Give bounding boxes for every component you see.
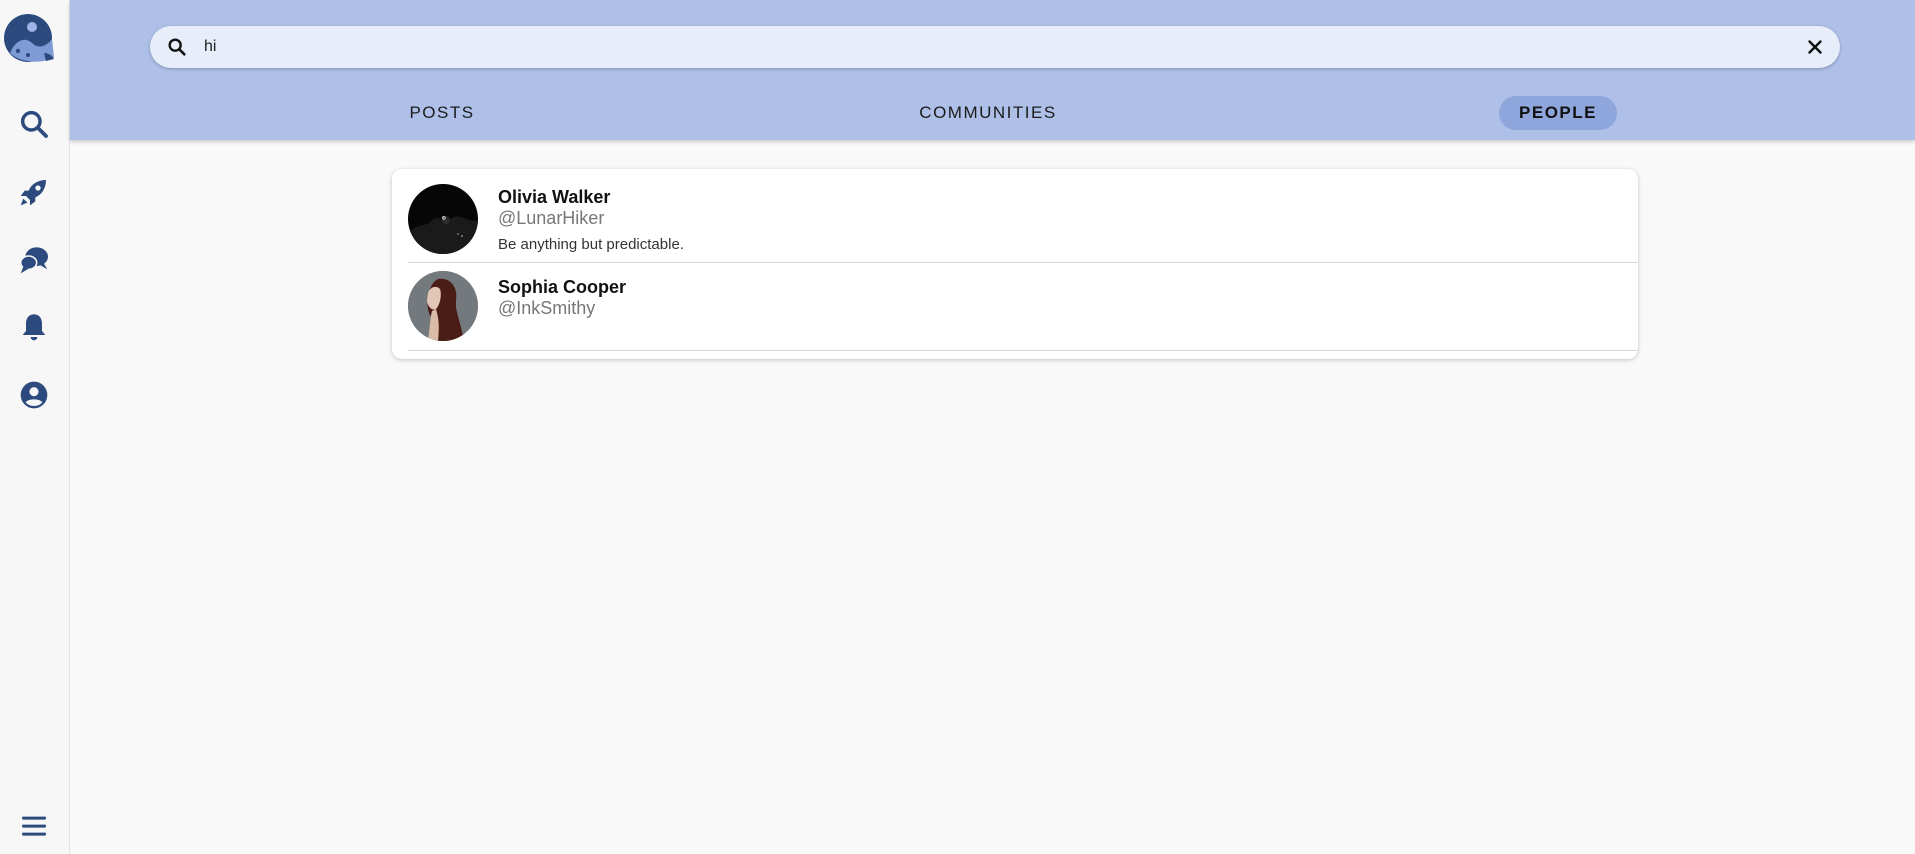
person-name: Olivia Walker [498,187,611,207]
avatar [408,271,478,341]
top-bar: POSTS COMMUNITIES PEOPLE [70,0,1915,140]
app-logo[interactable] [2,13,56,63]
person-bio: Be anything but predictable. [498,236,684,253]
close-icon[interactable] [1804,36,1826,58]
person-handle: @LunarHiker [498,208,605,228]
tab-communities[interactable]: COMMUNITIES [908,96,1068,130]
list-item[interactable]: Olivia Walker @LunarHiker Be anything bu… [408,169,1638,263]
search-icon[interactable] [166,36,188,58]
search-icon[interactable] [16,106,52,142]
search-input[interactable] [204,26,1764,68]
hamburger-menu-icon[interactable] [16,808,52,844]
sidebar [0,0,70,854]
rocket-icon[interactable] [16,174,52,210]
account-icon[interactable] [16,377,52,413]
tab-people[interactable]: PEOPLE [1499,96,1617,130]
people-results-list: Olivia Walker @LunarHiker Be anything bu… [392,169,1638,359]
person-name: Sophia Cooper [498,277,627,297]
chat-bubbles-icon[interactable] [16,242,52,278]
avatar [408,184,478,254]
bell-icon[interactable] [16,309,52,345]
person-handle: @InkSmithy [498,298,596,318]
tab-posts[interactable]: POSTS [392,96,492,130]
search-bar [150,26,1840,68]
list-item[interactable]: Sophia Cooper @InkSmithy [408,263,1638,351]
